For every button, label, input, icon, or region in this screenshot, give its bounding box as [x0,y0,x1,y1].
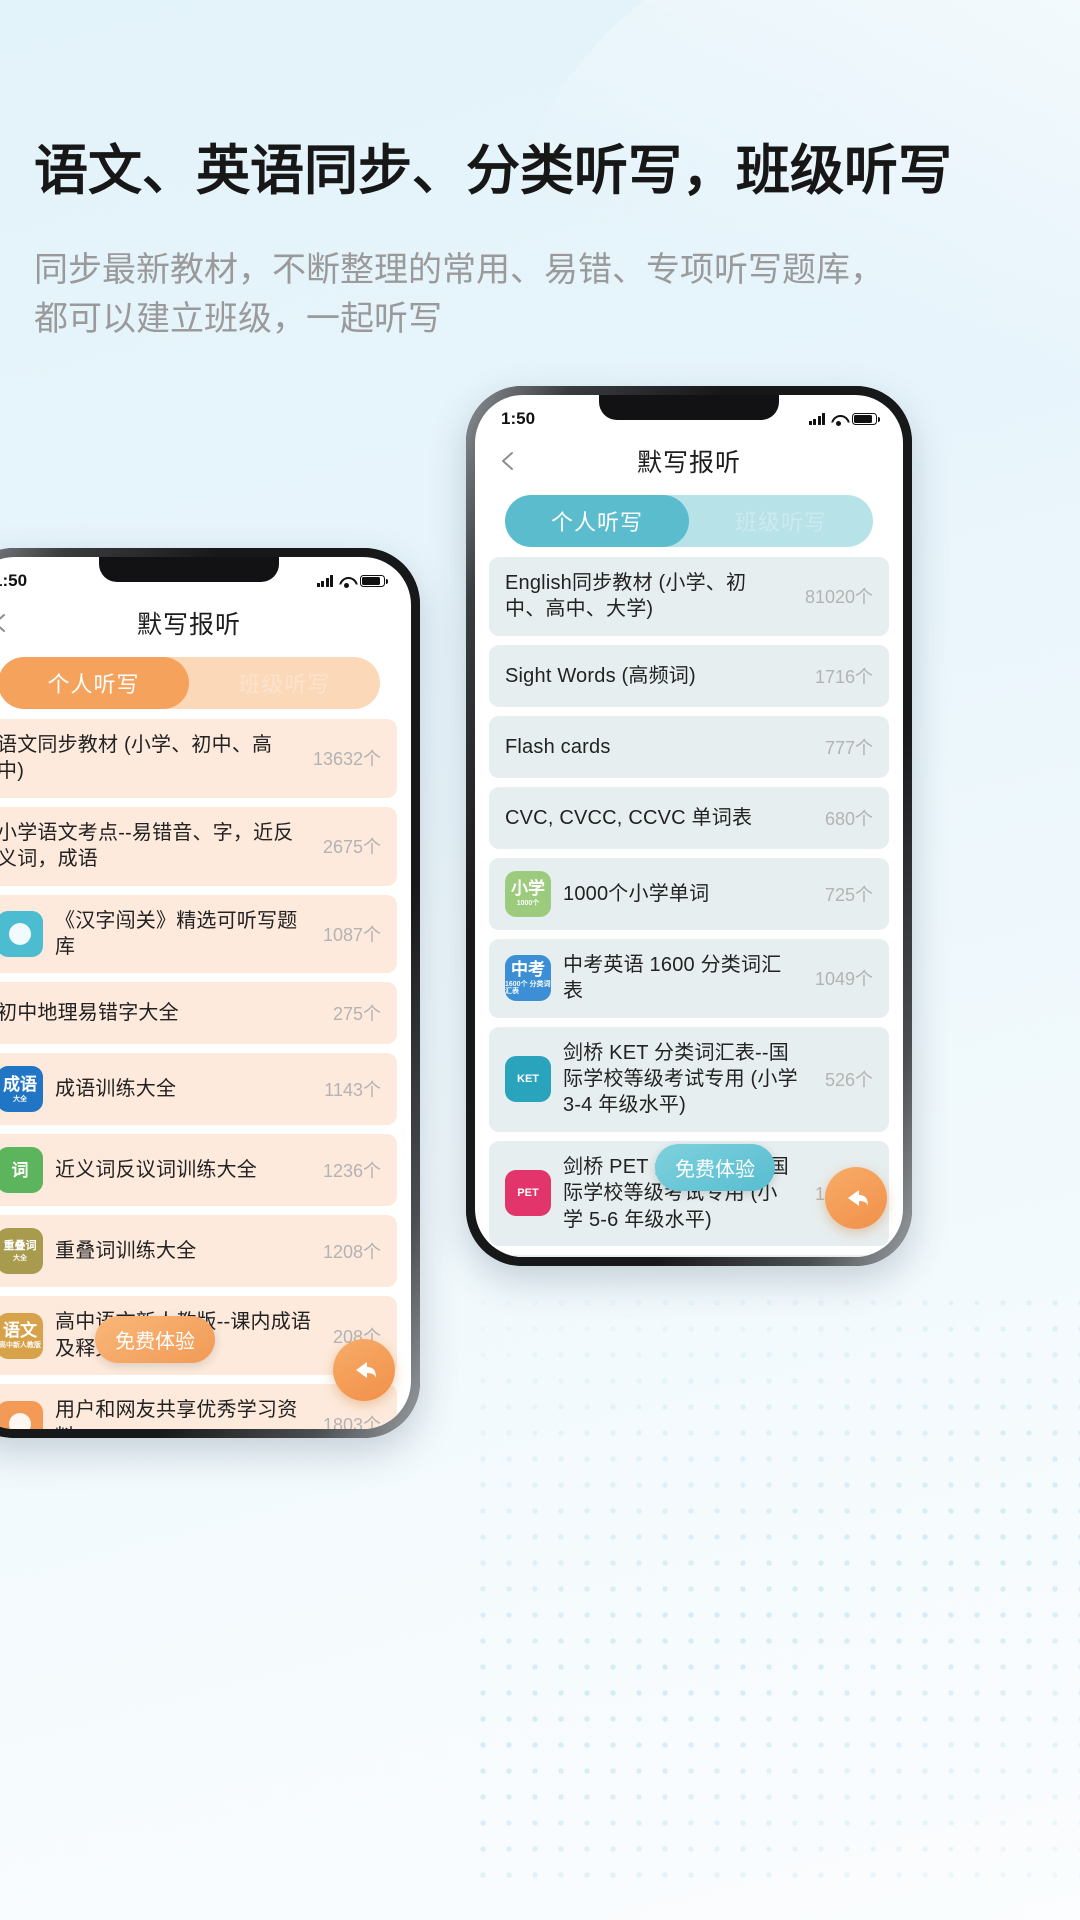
list-item-title: 中考英语 1600 分类词汇表 [563,953,782,1003]
status-time: 1:50 [0,571,28,590]
list-item[interactable]: 高考985个核心词汇高考英语考纲 985 个核心词汇，两周背熟983个 [489,1254,889,1257]
chengyu-icon: 成语 大全 [0,1066,43,1113]
phone-mockup-chinese: 1:50 默写报听 个人听写 班级听写 语文同步教材 (小学、初中、高中) 136… [0,548,420,1438]
status-indicators [316,575,388,588]
list-item-count: 1087个 [322,924,381,945]
list-item[interactable]: 初中地理易错字大全 275个 [0,982,397,1045]
list-item-title: 剑桥 KET 分类词汇表--国际学校等级考试专用 (小学 3-4 年级水平) [563,1041,798,1117]
list-item-title: 近义词反议词训练大全 [55,1159,257,1182]
chongdieci-icon: 重叠词 大全 [0,1228,43,1275]
list-item[interactable]: Sight Words (高频词) 1716个 [489,644,889,707]
list-item-count: 725个 [824,884,873,905]
nav-bar: 默写报听 [0,595,411,651]
list-item-title: CVC, CVCC, CCVC 单词表 [505,806,753,829]
background-dot-grid [470,1290,1080,1890]
list-item-title: 成语训练大全 [55,1078,177,1101]
tab-personal-dictation[interactable]: 个人听写 [504,495,689,547]
cellular-signal-icon [808,413,825,425]
nav-bar: 默写报听 [475,433,903,489]
list-item[interactable]: 成语 大全 成语训练大全 1143个 [0,1053,397,1126]
hanzi-game-icon [0,910,43,957]
nav-title: 默写报听 [636,449,741,477]
xiaoxue-icon: 小学 1000个 [505,870,551,917]
list-item-title: 重叠词训练大全 [55,1240,197,1263]
list-item[interactable]: Flash cards 777个 [489,715,889,778]
tab-class-dictation[interactable]: 班级听写 [689,495,873,547]
phone-notch [99,557,279,582]
list-item-count: 1049个 [814,969,873,990]
wifi-icon [339,576,354,588]
list-item-title: 1000个小学单词 [563,882,710,905]
phone-mockup-english: 1:50 默写报听 个人听写 班级听写 English同步教材 (小学、初中、高… [466,386,912,1266]
list-item-title: English同步教材 (小学、初中、高中、大学) [505,572,747,621]
list-item[interactable]: 重叠词 大全 重叠词训练大全 1208个 [0,1215,397,1288]
list-item[interactable]: 《汉字闯关》精选可听写题库 1087个 [0,894,397,974]
phone-notch [599,395,779,420]
list-item-count: 526个 [824,1070,873,1091]
list-item-title: 《汉字闯关》精选可听写题库 [55,909,298,958]
pet-icon: PET [505,1170,551,1217]
list-item-title: 初中地理易错字大全 [0,1002,179,1025]
segmented-control-chinese[interactable]: 个人听写 班级听写 [0,657,380,709]
cellular-signal-icon [316,575,333,587]
chevron-left-icon[interactable] [497,450,519,472]
page-subtitle-line-2: 都可以建立班级，一起听写 [34,300,442,339]
nav-title: 默写报听 [136,611,241,639]
list-item-title: 语文同步教材 (小学、初中、高中) [0,734,273,783]
list-item[interactable]: 用户和网友共享优秀学习资料 1803个 [0,1384,397,1429]
list-item[interactable]: 语文同步教材 (小学、初中、高中) 13632个 [0,719,397,798]
list-item[interactable]: English同步教材 (小学、初中、高中、大学) 81020个 [489,557,889,636]
list-item[interactable]: KET 剑桥 KET 分类词汇表--国际学校等级考试专用 (小学 3-4 年级水平… [489,1026,889,1132]
yuwen-icon: 语文 高中新人教版 [0,1312,43,1359]
list-item[interactable]: 小学语文考点--易错音、字，近反义词，成语 2675个 [0,806,397,886]
list-item-count: 1236个 [322,1161,381,1182]
list-item-title: 小学语文考点--易错音、字，近反义词，成语 [0,821,294,871]
page-subtitle: 同步最新教材，不断整理的常用、易错、专项听写题库， 都可以建立班级，一起听写 [34,246,1080,345]
list-item-count: 1803个 [322,1414,381,1429]
list-item-title: 用户和网友共享优秀学习资料 [55,1399,298,1429]
zhongkao-icon: 中考 1600个 分类词汇表 [505,955,551,1002]
status-indicators [808,413,880,426]
chevron-left-icon[interactable] [0,612,11,634]
tab-personal-dictation[interactable]: 个人听写 [0,657,189,709]
list-item-count: 777个 [824,737,873,758]
battery-icon [360,575,388,587]
list-item-count: 1208个 [322,1242,381,1263]
list-item-count: 275个 [332,1004,381,1025]
reply-arrow-icon[interactable] [333,1339,395,1401]
page-title: 语文、英语同步、分类听写，班级听写 [34,141,952,201]
ket-icon: KET [505,1056,551,1103]
list-item[interactable]: 小学 1000个 1000个小学单词 725个 [489,857,889,930]
list-item-title: Flash cards [505,735,611,758]
wifi-icon [831,414,846,426]
list-item-count: 81020个 [804,587,873,608]
reply-arrow-icon[interactable] [825,1167,887,1229]
list-item-count: 2675个 [322,837,381,858]
share-network-icon [0,1400,43,1429]
battery-icon [852,413,880,425]
list-item-count: 13632个 [312,749,381,770]
list-item-count: 680个 [824,808,873,829]
list-item-count: 1143个 [324,1080,381,1101]
list-item-title: Sight Words (高频词) [505,664,696,687]
free-trial-pill[interactable]: 免费体验 [95,1316,215,1363]
free-trial-pill[interactable]: 免费体验 [655,1144,775,1191]
list-item[interactable]: 词近义词反议词训练大全 1236个 [0,1134,397,1207]
ci-icon: 词 [0,1147,43,1194]
status-time: 1:50 [501,409,536,428]
segmented-control-english[interactable]: 个人听写 班级听写 [504,495,874,547]
tab-class-dictation[interactable]: 班级听写 [189,657,380,709]
list-item[interactable]: 中考 1600个 分类词汇表 中考英语 1600 分类词汇表 1049个 [489,938,889,1018]
phone-screen-english: 1:50 默写报听 个人听写 班级听写 English同步教材 (小学、初中、高… [475,395,903,1257]
page-subtitle-line-1: 同步最新教材，不断整理的常用、易错、专项听写题库， [34,251,884,289]
list-item[interactable]: CVC, CVCC, CCVC 单词表 680个 [489,786,889,849]
list-item-count: 1716个 [814,666,873,687]
phone-screen-chinese: 1:50 默写报听 个人听写 班级听写 语文同步教材 (小学、初中、高中) 136… [0,557,411,1429]
